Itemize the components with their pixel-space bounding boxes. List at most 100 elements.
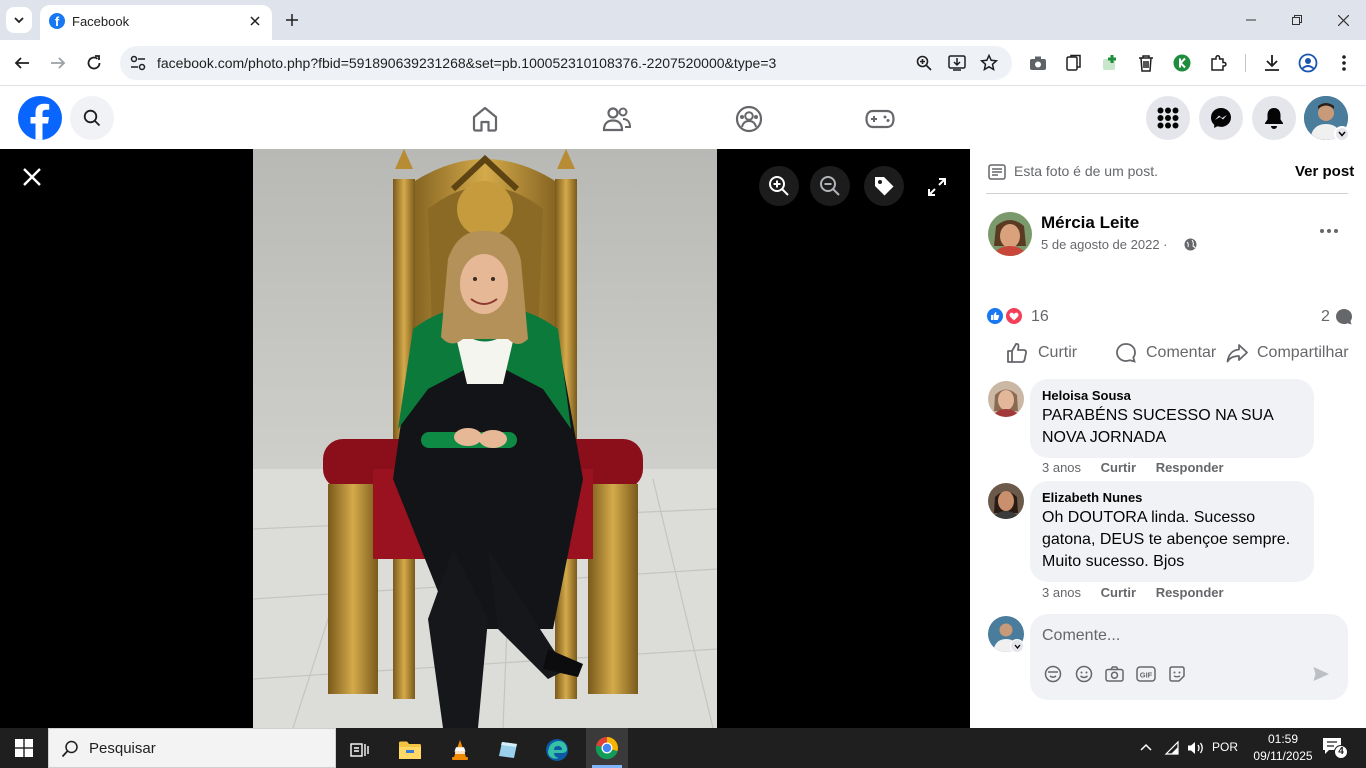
extension-k-button[interactable] [1168,49,1196,77]
wifi-icon[interactable] [1164,740,1180,756]
taskbar-search-box[interactable]: Pesquisar [48,728,336,768]
home-icon [472,106,498,132]
zoom-icon[interactable] [916,55,932,71]
notification-center-button[interactable]: 4 [1322,737,1348,759]
back-button[interactable] [8,49,36,77]
comment-time[interactable]: 3 anos [1042,585,1081,600]
bookmark-star-icon[interactable] [980,54,998,72]
reload-button[interactable] [80,49,108,77]
author-name[interactable]: Mércia Leite [1041,213,1139,233]
notifications-button[interactable] [1252,96,1296,140]
post-options-button[interactable] [1315,221,1343,241]
commenter-avatar[interactable] [988,483,1024,519]
nav-gaming[interactable] [865,104,895,134]
notes-app-button[interactable] [488,732,528,768]
file-explorer-button[interactable] [390,732,430,768]
comment-author[interactable]: Heloisa Sousa [1042,388,1302,403]
browser-tab-active[interactable]: f Facebook [40,5,272,40]
nav-friends[interactable] [602,104,632,134]
close-window-button[interactable] [1320,0,1366,40]
camera-icon[interactable] [1105,666,1124,682]
comment-time[interactable]: 3 anos [1042,460,1081,475]
volume-icon[interactable] [1187,740,1205,756]
browser-toolbar: facebook.com/photo.php?fbid=591890639231… [0,40,1366,86]
extension-copy-button[interactable] [1060,49,1088,77]
nav-groups[interactable] [734,104,764,134]
tab-close-icon[interactable] [246,12,264,30]
nav-home[interactable] [470,104,500,134]
facebook-logo[interactable] [18,96,62,140]
extension-plus-button[interactable] [1096,49,1124,77]
install-app-icon[interactable] [948,54,966,72]
emoji-icon[interactable] [1075,665,1093,683]
sticker-icon[interactable] [1168,665,1186,683]
comment-author[interactable]: Elizabeth Nunes [1042,490,1302,505]
comment-composer[interactable]: Comente... GIF [1030,614,1348,700]
search-button[interactable] [70,96,114,140]
post-date[interactable]: 5 de agosto de 2022 · [1041,237,1168,252]
comment-like-button[interactable]: Curtir [1101,585,1136,600]
post-photo[interactable] [253,149,717,728]
account-switch-chevron-icon[interactable] [1010,639,1024,653]
k-extension-icon [1173,54,1191,72]
start-button[interactable] [4,730,44,766]
photo-viewer [0,149,970,728]
zoom-out-icon [820,176,840,196]
share-icon [1226,344,1248,363]
send-icon[interactable] [1312,665,1330,683]
messenger-button[interactable] [1199,96,1243,140]
like-reaction-icon[interactable] [986,307,1004,325]
reactions-count[interactable]: 16 [1031,308,1049,326]
extensions-button[interactable] [1204,49,1232,77]
downloads-button[interactable] [1258,49,1286,77]
see-post-link[interactable]: Ver post [1295,163,1354,180]
comment-input-placeholder[interactable]: Comente... [1042,627,1120,645]
minimize-button[interactable] [1228,0,1274,40]
comment-label: Comentar [1146,344,1217,361]
chrome-menu-button[interactable] [1330,49,1358,77]
extension-trash-button[interactable] [1132,49,1160,77]
thumbs-up-icon [1007,343,1027,363]
show-hidden-icons-icon[interactable] [1140,743,1152,751]
tab-search-button[interactable] [6,7,32,33]
task-view-button[interactable] [340,732,380,768]
site-settings-icon[interactable] [130,55,146,71]
new-tab-button[interactable] [282,10,302,30]
edge-button[interactable] [537,732,577,768]
zoom-in-icon [769,176,789,196]
gif-icon[interactable]: GIF [1136,666,1156,682]
extension-camera-button[interactable] [1024,49,1052,77]
fullscreen-button[interactable] [925,175,949,199]
comment-reply-button[interactable]: Responder [1156,460,1224,475]
commenter-avatar[interactable] [988,381,1024,417]
tag-button[interactable] [864,166,904,206]
chrome-taskbar-button[interactable] [586,728,628,768]
menu-button[interactable] [1146,96,1190,140]
profile-button[interactable] [1294,49,1322,77]
search-icon [83,109,101,127]
vlc-button[interactable] [440,732,480,768]
forward-button[interactable] [44,49,72,77]
graduation-photo-illustration [253,149,717,728]
share-button[interactable]: Compartilhar [1226,339,1349,367]
zoom-in-button[interactable] [759,166,799,206]
avatar-sticker-icon[interactable] [1044,665,1062,683]
comment-reply-button[interactable]: Responder [1156,585,1224,600]
comment-like-button[interactable]: Curtir [1101,460,1136,475]
comment-icon [1116,343,1136,363]
author-avatar[interactable] [988,212,1032,256]
account-chevron-icon[interactable] [1334,126,1350,142]
green-plus-icon [1103,55,1116,70]
like-button[interactable]: Curtir [1006,339,1077,367]
zoom-out-button[interactable] [810,166,850,206]
love-reaction-icon[interactable] [1005,307,1023,325]
bell-icon [1265,108,1283,129]
clock[interactable]: 01:59 09/11/2025 [1250,731,1316,767]
restore-button[interactable] [1274,0,1320,40]
address-bar[interactable]: facebook.com/photo.php?fbid=591890639231… [120,46,1012,80]
input-language[interactable]: POR [1212,740,1238,754]
svg-text:GIF: GIF [1140,671,1153,680]
comment-button[interactable]: Comentar [1115,339,1216,367]
comments-count[interactable]: 2 [1321,308,1330,326]
close-viewer-button[interactable] [18,163,46,191]
